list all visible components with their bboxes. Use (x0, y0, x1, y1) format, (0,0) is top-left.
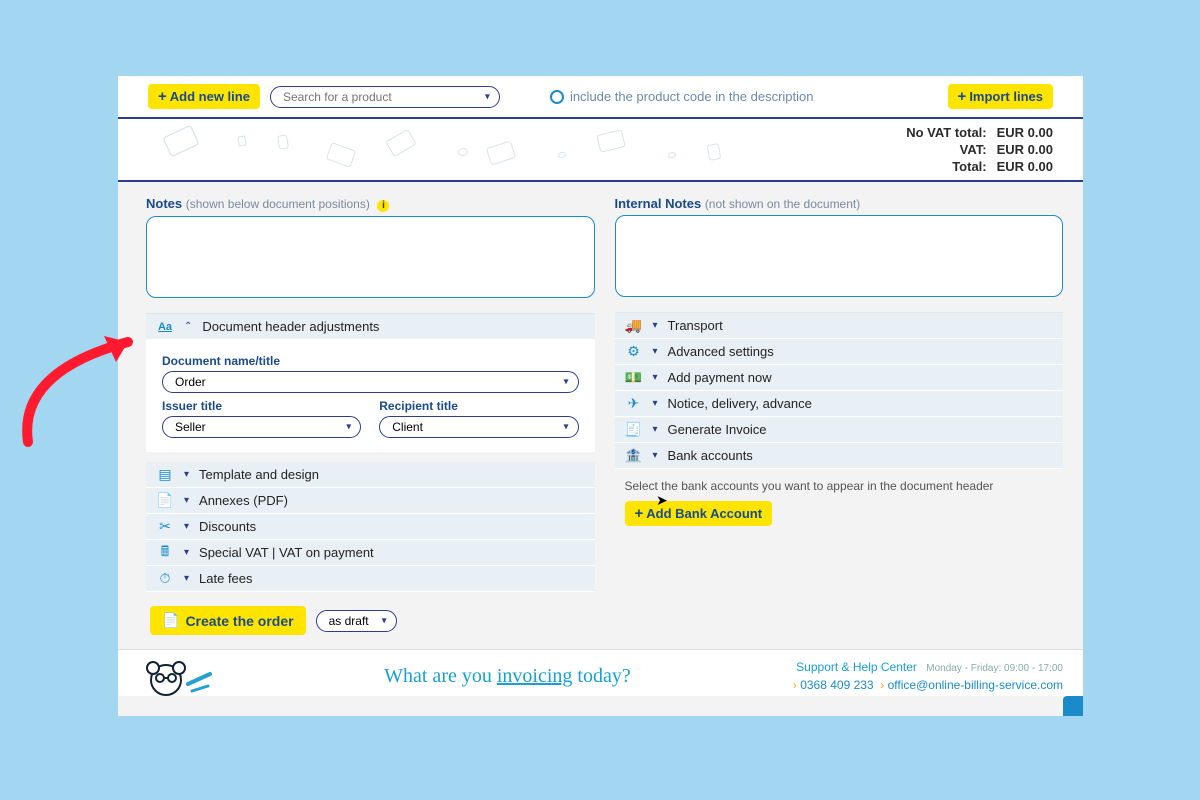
chevron-down-icon: ▾ (184, 573, 189, 584)
calculator-icon: 🖩 (156, 546, 174, 560)
section-label: Advanced settings (668, 344, 774, 359)
chevron-down-icon: ▾ (653, 346, 658, 357)
section-label: Annexes (PDF) (199, 493, 288, 508)
total-label: Total: (906, 159, 986, 174)
add-bank-account-label: Add Bank Account (646, 506, 762, 521)
section-transport[interactable]: 🚚 ▾ Transport (615, 312, 1064, 339)
create-order-button[interactable]: 📄 Create the order (150, 606, 306, 635)
section-label: Notice, delivery, advance (668, 396, 812, 411)
no-vat-total-label: No VAT total: (906, 125, 986, 140)
plus-icon: + (958, 88, 967, 105)
chevron-down-icon: ▾ (653, 398, 658, 409)
create-order-label: Create the order (185, 613, 293, 629)
add-new-line-label: Add new line (170, 89, 250, 104)
chevron-down-icon: ▾ (184, 495, 189, 506)
chevron-down-icon: ▾ (184, 521, 189, 532)
pdf-icon: 📄 (156, 494, 174, 508)
section-bank-accounts[interactable]: 🏦 ▾ Bank accounts (615, 443, 1064, 469)
support-hours: Monday - Friday: 09:00 - 17:00 (926, 663, 1063, 674)
notes-label: Notes (146, 196, 182, 211)
draft-select[interactable]: as draft (316, 610, 397, 632)
section-document-header-adjustments[interactable]: Aa ⌃ Document header adjustments (146, 313, 595, 340)
section-label: Generate Invoice (668, 422, 767, 437)
recipient-title-label: Recipient title (379, 399, 578, 413)
document-header-panel: Document name/title Order ▾ Issuer title (146, 340, 595, 452)
include-code-radio[interactable] (550, 90, 564, 104)
vat-label: VAT: (906, 142, 986, 157)
internal-notes-sublabel: (not shown on the document) (705, 197, 860, 211)
template-icon: ▤ (156, 468, 174, 482)
import-lines-label: Import lines (969, 89, 1043, 104)
plus-icon: + (635, 505, 644, 522)
add-new-line-button[interactable]: + Add new line (148, 84, 260, 109)
section-label: Discounts (199, 519, 256, 534)
section-template-design[interactable]: ▤ ▾ Template and design (146, 462, 595, 488)
section-label: Bank accounts (668, 448, 753, 463)
document-icon: 📄 (162, 612, 179, 629)
bank-helper-text: Select the bank accounts you want to app… (615, 469, 1064, 501)
section-special-vat[interactable]: 🖩 ▾ Special VAT | VAT on payment (146, 540, 595, 566)
truck-icon: 🚚 (625, 319, 643, 333)
section-label: Document header adjustments (202, 319, 379, 334)
clock-icon: ⏱ (156, 572, 174, 586)
info-icon[interactable]: i (377, 200, 389, 212)
recipient-title-select[interactable]: Client (379, 416, 578, 438)
section-label: Special VAT | VAT on payment (199, 545, 374, 560)
bank-icon: 🏦 (625, 449, 643, 463)
internal-notes-label: Internal Notes (615, 196, 702, 211)
doc-name-label: Document name/title (162, 354, 579, 368)
section-annexes[interactable]: 📄 ▾ Annexes (PDF) (146, 488, 595, 514)
section-discounts[interactable]: ✂ ▾ Discounts (146, 514, 595, 540)
chevron-up-icon: ⌃ (184, 321, 192, 332)
internal-notes-textarea[interactable] (615, 215, 1064, 297)
section-add-payment[interactable]: 💵 ▾ Add payment now (615, 365, 1064, 391)
section-label: Late fees (199, 571, 253, 586)
chevron-down-icon: ▾ (653, 424, 658, 435)
chevron-down-icon: ▾ (653, 372, 658, 383)
notes-sublabel: (shown below document positions) (186, 197, 370, 211)
add-bank-account-button[interactable]: + Add Bank Account (625, 501, 773, 526)
money-icon: 💵 (625, 371, 643, 385)
total-value: EUR 0.00 (997, 159, 1053, 174)
chevron-down-icon: ▾ (653, 450, 658, 461)
chat-button[interactable] (1063, 696, 1083, 716)
decorative-doodles (128, 128, 906, 172)
section-generate-invoice[interactable]: 🧾 ▾ Generate Invoice (615, 417, 1064, 443)
section-advanced-settings[interactable]: ⚙ ▾ Advanced settings (615, 339, 1064, 365)
chevron-down-icon: ▾ (184, 547, 189, 558)
discount-icon: ✂ (156, 520, 174, 534)
footer-tagline: What are you invoicing today? (242, 665, 773, 688)
issuer-title-label: Issuer title (162, 399, 361, 413)
text-icon: Aa (156, 320, 174, 334)
gear-icon: ⚙ (625, 345, 643, 359)
import-lines-button[interactable]: + Import lines (948, 84, 1053, 109)
notes-textarea[interactable] (146, 216, 595, 298)
section-late-fees[interactable]: ⏱ ▾ Late fees (146, 566, 595, 592)
no-vat-total-value: EUR 0.00 (997, 125, 1053, 140)
plane-icon: ✈ (625, 397, 643, 411)
section-label: Add payment now (668, 370, 772, 385)
plus-icon: + (158, 88, 167, 105)
vat-value: EUR 0.00 (997, 142, 1053, 157)
include-code-label: include the product code in the descript… (570, 89, 814, 104)
support-phone[interactable]: 0368 409 233 (800, 678, 873, 692)
section-label: Template and design (199, 467, 319, 482)
invoice-icon: 🧾 (625, 423, 643, 437)
totals-summary: No VAT total: EUR 0.00 VAT: EUR 0.00 Tot… (906, 125, 1053, 174)
issuer-title-select[interactable]: Seller (162, 416, 361, 438)
section-label: Transport (668, 318, 723, 333)
section-notice-delivery[interactable]: ✈ ▾ Notice, delivery, advance (615, 391, 1064, 417)
document-name-select[interactable]: Order (162, 371, 579, 393)
support-link[interactable]: Support & Help Center (796, 660, 917, 674)
search-product-input[interactable] (270, 86, 500, 108)
chevron-down-icon: ▾ (653, 320, 658, 331)
mascot-bear-icon (138, 656, 222, 696)
chevron-down-icon: ▾ (184, 469, 189, 480)
support-email[interactable]: office@online-billing-service.com (888, 678, 1063, 692)
